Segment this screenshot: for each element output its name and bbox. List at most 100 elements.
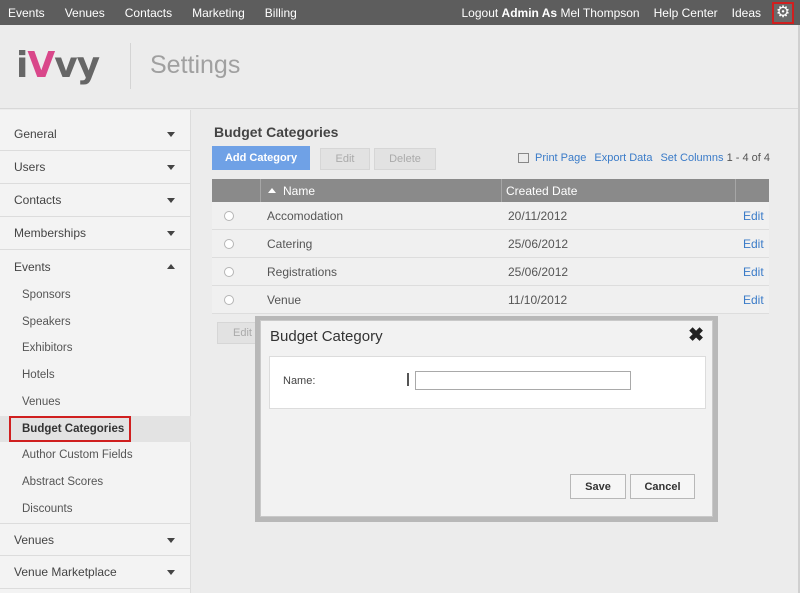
top-nav-left: Events Venues Contacts Marketing Billing xyxy=(0,0,307,25)
nav-marketing[interactable]: Marketing xyxy=(182,6,255,20)
header-select-col xyxy=(212,179,260,202)
cancel-button[interactable]: Cancel xyxy=(630,474,695,499)
row-date: 20/11/2012 xyxy=(508,208,568,223)
row-radio[interactable] xyxy=(224,210,234,221)
sidebar-subitem-abstract-scores[interactable]: Abstract Scores xyxy=(0,469,191,495)
sidebar-subitem-speakers[interactable]: Speakers xyxy=(0,309,191,335)
chevron-down-icon xyxy=(167,165,175,170)
add-category-button[interactable]: Add Category xyxy=(212,146,310,170)
sidebar-subitem-author-custom-fields[interactable]: Author Custom Fields xyxy=(0,442,191,468)
required-marker xyxy=(407,373,409,386)
logo-letter-i: i xyxy=(16,45,28,86)
row-edit-link[interactable]: Edit xyxy=(743,202,764,229)
row-date: 25/06/2012 xyxy=(508,264,569,279)
logout-link[interactable]: Logout Admin As Mel Thompson xyxy=(455,6,647,20)
highlight-box xyxy=(9,416,131,442)
row-edit-link[interactable]: Edit xyxy=(743,286,764,313)
sort-up-icon xyxy=(268,188,276,193)
ideas-link[interactable]: Ideas xyxy=(725,6,768,20)
row-name: Registrations xyxy=(267,264,338,279)
sidebar-item-label: Contacts xyxy=(14,193,62,207)
edit-button[interactable]: Edit xyxy=(320,148,370,170)
ivvy-logo[interactable]: iVvy xyxy=(16,45,100,86)
table-row[interactable]: Registrations 25/06/2012 Edit xyxy=(212,258,769,286)
row-name: Venue xyxy=(267,292,302,307)
sidebar-subitem-exhibitors[interactable]: Exhibitors xyxy=(0,335,191,361)
chevron-down-icon xyxy=(167,231,175,236)
nav-billing[interactable]: Billing xyxy=(255,6,307,20)
sidebar-subitem-budget-categories[interactable]: Budget Categories xyxy=(0,416,191,442)
sidebar-item-events[interactable]: Events xyxy=(0,250,191,283)
section-title: Budget Categories xyxy=(214,124,339,140)
header-action-col xyxy=(735,179,769,202)
sidebar-item-memberships[interactable]: Memberships xyxy=(0,217,191,250)
chevron-down-icon xyxy=(167,538,175,543)
categories-table: Name Created Date Accomodation 20/11/201… xyxy=(212,179,769,314)
sidebar-item-label: Venues xyxy=(14,532,55,547)
row-name: Catering xyxy=(267,236,313,251)
logout-prefix: Logout xyxy=(461,5,499,20)
bottom-edit-button[interactable]: Edit xyxy=(217,322,257,344)
help-center-link[interactable]: Help Center xyxy=(647,6,725,20)
sidebar-item-contacts[interactable]: Contacts xyxy=(0,184,191,217)
pager-count: 1 - 4 of 4 xyxy=(726,152,770,164)
row-edit-link[interactable]: Edit xyxy=(743,230,764,257)
print-page-link[interactable]: Print Page xyxy=(535,152,586,164)
header-divider xyxy=(130,43,131,89)
save-button[interactable]: Save xyxy=(570,474,626,499)
top-navigation: Events Venues Contacts Marketing Billing… xyxy=(0,0,800,25)
settings-button[interactable]: ⚙ xyxy=(772,1,794,24)
page-header: iVvy Settings xyxy=(0,25,800,109)
row-name: Accomodation xyxy=(267,208,344,223)
table-row[interactable]: Catering 25/06/2012 Edit xyxy=(212,230,769,258)
nav-venues[interactable]: Venues xyxy=(55,6,115,20)
printer-icon xyxy=(518,153,529,163)
row-edit-link[interactable]: Edit xyxy=(743,258,764,285)
chevron-up-icon xyxy=(167,264,175,269)
settings-sidebar: General Users Contacts Memberships Event… xyxy=(0,110,191,593)
nav-events[interactable]: Events xyxy=(0,6,55,20)
logout-user: Admin As xyxy=(501,5,558,20)
header-name[interactable]: Name xyxy=(260,179,501,202)
sidebar-subitem-discounts[interactable]: Discounts xyxy=(0,496,191,522)
header-label: Name xyxy=(283,183,316,198)
dialog-form: Name: xyxy=(269,356,706,409)
row-radio[interactable] xyxy=(224,238,234,249)
chevron-down-icon xyxy=(167,570,175,575)
sidebar-subitem-sponsors[interactable]: Sponsors xyxy=(0,282,191,308)
table-header: Name Created Date xyxy=(212,179,769,202)
logo-letter-v: V xyxy=(27,45,55,86)
sidebar-item-label: Venue Marketplace xyxy=(14,565,117,579)
row-radio[interactable] xyxy=(224,294,234,305)
table-row[interactable]: Venue 11/10/2012 Edit xyxy=(212,286,769,314)
close-icon[interactable]: ✖ xyxy=(688,324,704,347)
name-input[interactable] xyxy=(415,371,631,390)
sidebar-item-label: Memberships xyxy=(14,226,87,240)
row-radio[interactable] xyxy=(224,266,234,277)
sidebar-item-general[interactable]: General xyxy=(0,118,191,151)
sidebar-item-venues[interactable]: Venues xyxy=(0,523,191,556)
dialog-title: Budget Category xyxy=(270,328,383,345)
set-columns-link[interactable]: Set Columns xyxy=(660,152,723,164)
gear-icon: ⚙ xyxy=(775,3,791,21)
chevron-down-icon xyxy=(167,198,175,203)
delete-button[interactable]: Delete xyxy=(374,148,436,170)
logo-rest: vy xyxy=(54,45,100,86)
sidebar-item-label: General xyxy=(14,127,57,141)
budget-category-dialog: Budget Category ✖ Name: Save Cancel xyxy=(260,320,713,517)
header-created-date[interactable]: Created Date xyxy=(501,179,735,202)
top-nav-right: Logout Admin As Mel Thompson Help Center… xyxy=(455,0,800,25)
toolbar-links: Print Page Export Data Set Columns xyxy=(518,152,731,164)
sidebar-item-label: Users xyxy=(14,160,46,174)
sidebar-subitem-hotels[interactable]: Hotels xyxy=(0,362,191,388)
export-data-link[interactable]: Export Data xyxy=(594,152,652,164)
row-date: 25/06/2012 xyxy=(508,236,569,251)
sidebar-item-users[interactable]: Users xyxy=(0,151,191,184)
logout-name: Mel Thompson xyxy=(560,5,640,20)
sidebar-subitem-venues[interactable]: Venues xyxy=(0,389,191,415)
page-title: Settings xyxy=(150,51,241,79)
nav-contacts[interactable]: Contacts xyxy=(115,6,182,20)
row-date: 11/10/2012 xyxy=(508,292,568,307)
sidebar-item-venue-marketplace[interactable]: Venue Marketplace xyxy=(0,556,191,589)
table-row[interactable]: Accomodation 20/11/2012 Edit xyxy=(212,202,769,230)
